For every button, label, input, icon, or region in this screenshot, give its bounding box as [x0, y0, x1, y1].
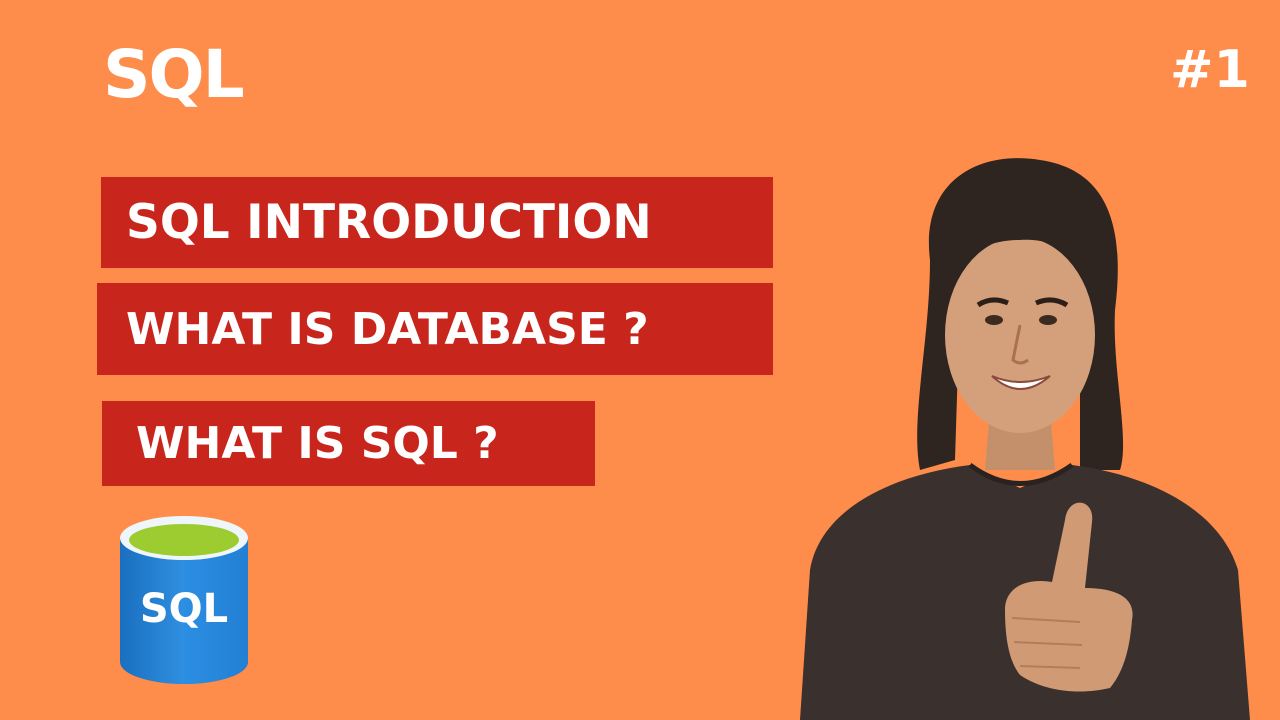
title-banner-sql-introduction: SQL INTRODUCTION — [101, 177, 773, 268]
database-cylinder-icon: SQL — [120, 516, 248, 684]
title-banner-what-is-sql: WHAT IS SQL ? — [102, 401, 595, 486]
sql-logo-text: SQL — [103, 36, 245, 113]
db-icon-label: SQL — [140, 586, 228, 632]
banner-label: SQL INTRODUCTION — [126, 195, 652, 250]
banner-label: WHAT IS DATABASE ? — [126, 303, 649, 355]
episode-badge: #1 — [1170, 40, 1250, 100]
banner-label: WHAT IS SQL ? — [136, 418, 499, 469]
presenter-photo — [800, 158, 1250, 720]
title-banner-what-is-database: WHAT IS DATABASE ? — [97, 283, 773, 375]
